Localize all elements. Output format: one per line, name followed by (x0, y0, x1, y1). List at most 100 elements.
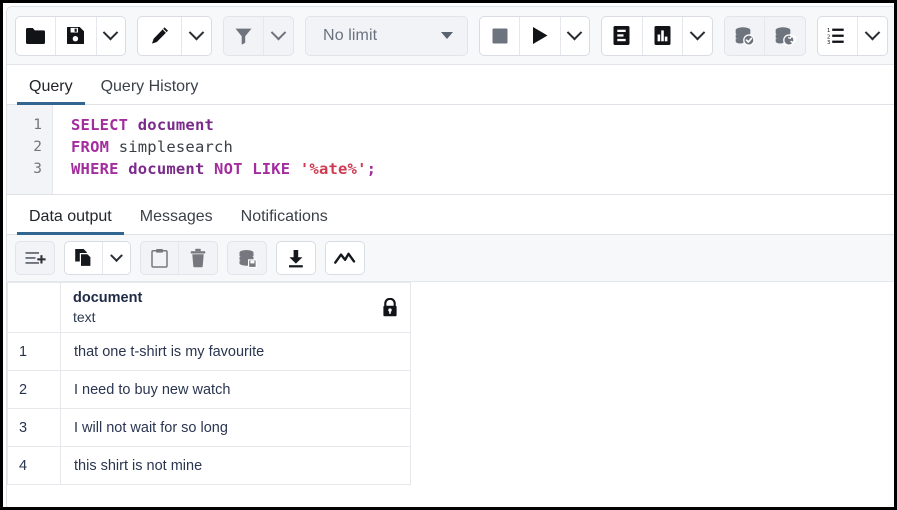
add-row-group (15, 241, 55, 275)
grid-body: 1 that one t-shirt is my favourite 2 I need… (7, 332, 411, 485)
explain-button[interactable] (602, 16, 643, 55)
chevron-down-icon (689, 24, 705, 41)
pencil-icon (150, 26, 170, 46)
save-file-dropdown[interactable] (97, 17, 126, 55)
output-tab-bar: Data output Messages Notifications (7, 195, 894, 235)
copy-icon (74, 248, 94, 268)
table-row[interactable]: 1 that one t-shirt is my favourite (7, 332, 411, 371)
chevron-down-icon (103, 24, 119, 41)
line-graph-icon (334, 250, 356, 266)
data-output-grid: document text 1 that one t-shirt is my f… (7, 282, 411, 485)
explain-dropdown[interactable] (683, 17, 712, 55)
macros-dropdown[interactable] (858, 17, 887, 55)
tab-notifications[interactable]: Notifications (229, 209, 340, 234)
macro-button-group: 1 2 3 (817, 15, 888, 56)
row-number-cell: 1 (7, 332, 61, 371)
column-header-type: text (73, 309, 96, 325)
tab-data-output-label: Data output (29, 208, 112, 225)
query-tool-toolbar: No limit 1 2 3 (7, 7, 894, 65)
cell-document[interactable]: that one t-shirt is my favourite (60, 332, 411, 371)
tab-messages-label: Messages (139, 208, 213, 225)
commit-button[interactable] (725, 16, 765, 55)
save-data-changes-button[interactable] (228, 242, 266, 274)
copy-dropdown[interactable] (103, 242, 130, 274)
cell-document[interactable]: I need to buy new watch (60, 370, 411, 409)
chevron-down-icon (188, 24, 205, 41)
sql-editor[interactable]: 1 2 3 SELECT document FROM simplesearch WH… (7, 105, 894, 195)
chevron-down-icon (441, 32, 454, 39)
row-number-cell: 2 (7, 370, 61, 409)
row-limit-value: No limit (323, 26, 378, 44)
filter-button-group (223, 15, 295, 56)
tab-messages[interactable]: Messages (128, 209, 225, 234)
chevron-down-icon (864, 24, 881, 41)
open-file-button[interactable] (16, 16, 57, 55)
execute-query-button[interactable] (520, 16, 561, 55)
sql-token-ident (204, 160, 214, 178)
column-header-document[interactable]: document text (60, 282, 411, 333)
sql-token-ident (119, 160, 129, 178)
row-limit-select[interactable]: No limit (305, 15, 469, 56)
tab-data-output[interactable]: Data output (17, 208, 124, 235)
rollback-button[interactable] (765, 17, 805, 55)
funnel-icon (234, 27, 253, 45)
sql-token-ident (243, 160, 253, 178)
paste-button[interactable] (141, 242, 179, 274)
commit-button-group (723, 15, 806, 56)
stop-query-button[interactable] (480, 16, 521, 55)
cell-document[interactable]: I will not wait for so long (60, 408, 411, 447)
download-csv-button[interactable] (277, 242, 315, 274)
delete-row-button[interactable] (179, 242, 217, 274)
tab-query-history-label: Query History (100, 78, 199, 95)
download-icon (287, 249, 305, 268)
explain-analyze-chart-icon (653, 25, 672, 46)
pgadmin-query-tool: No limit 1 2 3 Query Query History 1 2 3… (6, 6, 894, 507)
edit-button-group (137, 15, 213, 56)
sql-line: FROM simplesearch (71, 136, 894, 158)
tab-query[interactable]: Query (17, 79, 85, 105)
sql-token-kw: FROM (71, 138, 110, 156)
numbered-list-icon: 1 2 3 (827, 27, 849, 45)
lock-icon (382, 298, 398, 317)
sql-code-text[interactable]: SELECT document FROM simplesearch WHERE do… (53, 105, 894, 194)
result-grid-toolbar (7, 235, 894, 282)
chevron-down-icon (110, 248, 123, 262)
graph-group (325, 241, 365, 275)
graph-visualiser-button[interactable] (326, 242, 364, 274)
line-number: 3 (33, 161, 42, 177)
explain-button-group (601, 15, 713, 56)
filter-button[interactable] (224, 16, 265, 55)
tab-query-history[interactable]: Query History (89, 79, 211, 104)
table-row[interactable]: 2I need to buy new watch (7, 370, 411, 409)
column-header-name: document (73, 290, 143, 306)
file-button-group (15, 15, 127, 56)
table-row[interactable]: 4 this shirt is not mine (7, 446, 411, 485)
sql-token-kw: SELECT (71, 116, 129, 134)
chevron-down-icon (567, 24, 583, 41)
explain-analyze-button[interactable] (643, 16, 683, 55)
sql-token-ident (290, 160, 300, 178)
sql-line: WHERE document NOT LIKE '%ate%'; (71, 158, 894, 180)
sql-token-col: document (137, 116, 215, 134)
paste-delete-group (140, 241, 218, 275)
sql-token-kw: NOT (214, 160, 243, 178)
save-floppy-icon (66, 26, 85, 45)
sql-token-ident (128, 116, 138, 134)
download-group (276, 241, 316, 275)
filter-dropdown[interactable] (264, 17, 293, 55)
sql-line: SELECT document (71, 114, 894, 136)
cell-document[interactable]: this shirt is not mine (60, 446, 411, 485)
edit-dropdown[interactable] (182, 17, 211, 55)
rownum-column-header (7, 282, 61, 333)
save-file-button[interactable] (56, 16, 97, 55)
sql-token-kw: LIKE (252, 160, 291, 178)
edit-button[interactable] (138, 16, 183, 55)
add-row-button[interactable] (16, 242, 54, 274)
folder-icon (25, 27, 46, 45)
tab-notifications-label: Notifications (240, 208, 328, 225)
table-row[interactable]: 3I will not wait for so long (7, 408, 411, 447)
macros-button[interactable]: 1 2 3 (818, 16, 859, 55)
execute-dropdown[interactable] (561, 17, 590, 55)
chevron-down-icon (270, 24, 287, 41)
copy-button[interactable] (65, 242, 103, 274)
